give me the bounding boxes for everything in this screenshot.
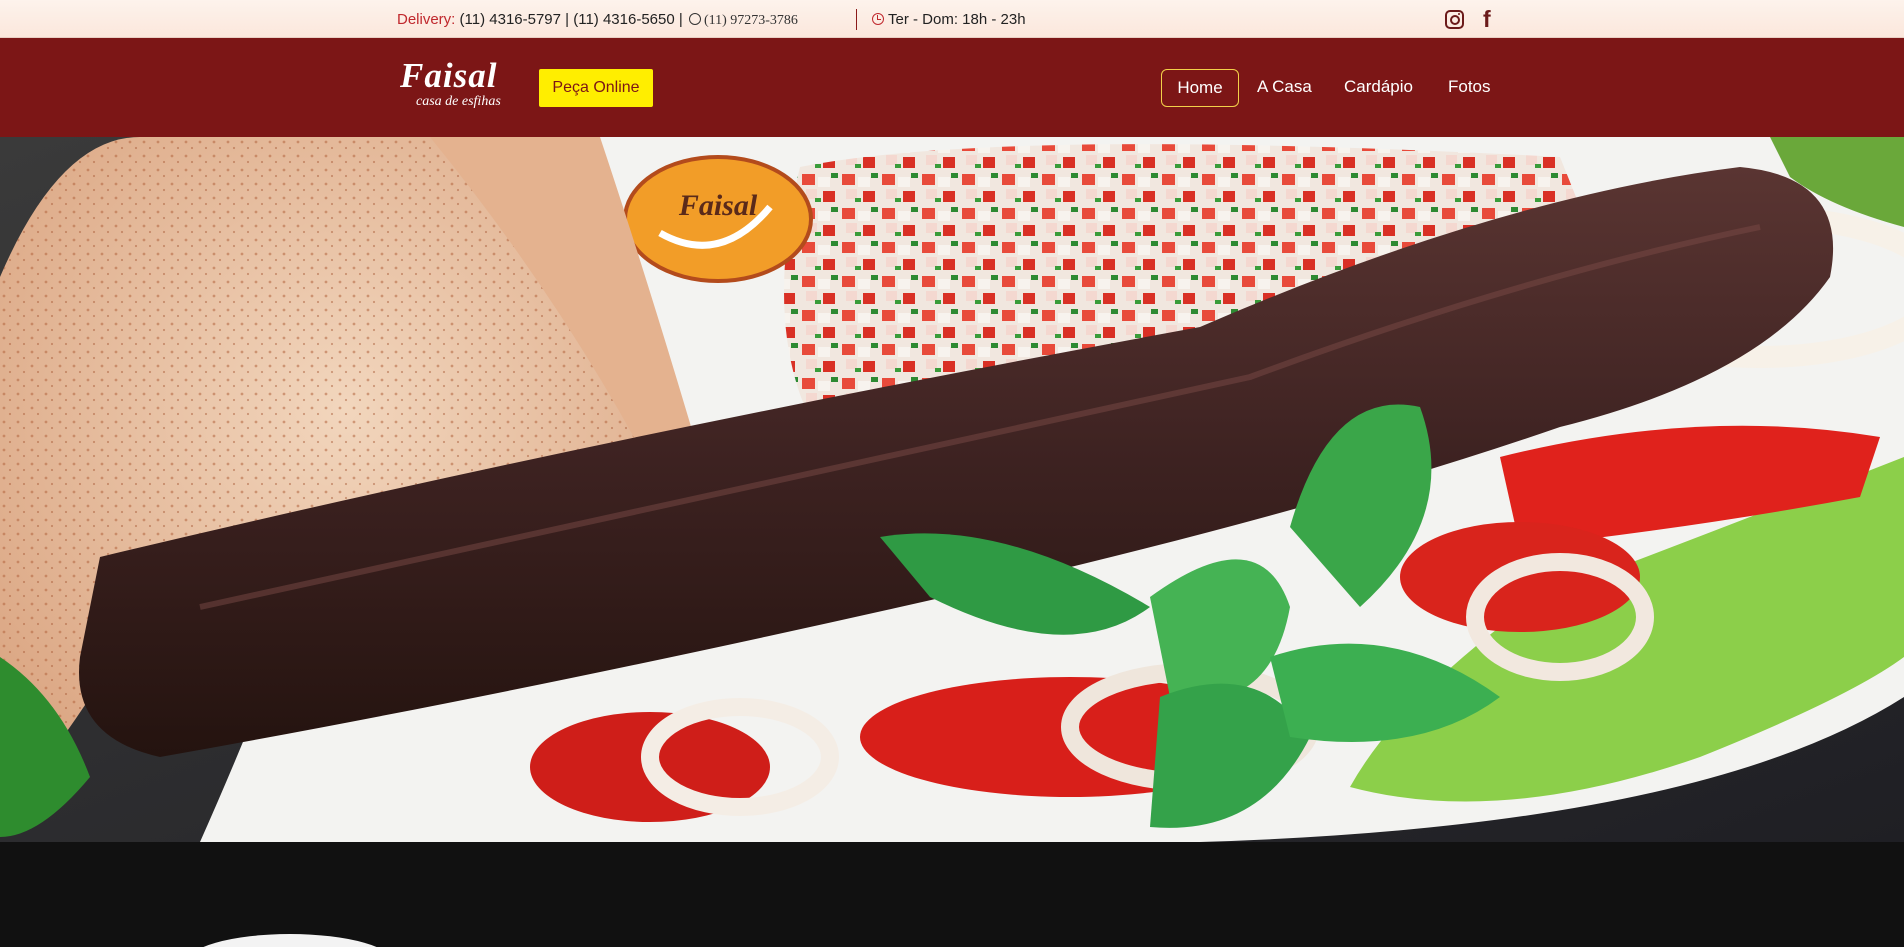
delivery-phones[interactable]: (11) 4316-5797 | (11) 4316-5650 | <box>460 11 683 28</box>
brand-tagline: casa de esfihas <box>416 94 501 109</box>
delivery-label: Delivery: <box>397 11 456 28</box>
next-section <box>0 842 1904 947</box>
brand-logo[interactable]: Faisal casa de esfihas <box>400 58 515 114</box>
brand-name: Faisal <box>400 56 498 95</box>
delivery-info: Delivery: (11) 4316-5797 | (11) 4316-565… <box>397 11 798 29</box>
nav-cardapio[interactable]: Cardápio <box>1344 69 1413 107</box>
top-info-bar: Delivery: (11) 4316-5797 | (11) 4316-565… <box>0 0 1904 38</box>
clock-icon <box>872 13 884 25</box>
hours-text: Ter - Dom: 18h - 23h <box>888 11 1026 28</box>
order-online-button[interactable]: Peça Online <box>539 69 653 107</box>
nav-a-casa[interactable]: A Casa <box>1257 69 1312 107</box>
kafta-dish-illustration: Faisal <box>0 137 1904 842</box>
section-image-partial <box>185 934 395 947</box>
facebook-icon[interactable]: f <box>1483 6 1491 33</box>
hero-image: Faisal <box>0 137 1904 842</box>
instagram-icon[interactable] <box>1445 10 1464 29</box>
whatsapp-number[interactable]: (11) 97273-3786 <box>704 13 798 28</box>
main-navbar: Faisal casa de esfihas Peça Online Home … <box>0 38 1904 137</box>
whatsapp-icon <box>688 13 701 25</box>
opening-hours: Ter - Dom: 18h - 23h <box>872 11 1026 28</box>
plate-logo-text: Faisal <box>678 189 758 222</box>
nav-fotos[interactable]: Fotos <box>1448 69 1491 107</box>
divider <box>856 9 857 30</box>
nav-home[interactable]: Home <box>1161 69 1239 107</box>
